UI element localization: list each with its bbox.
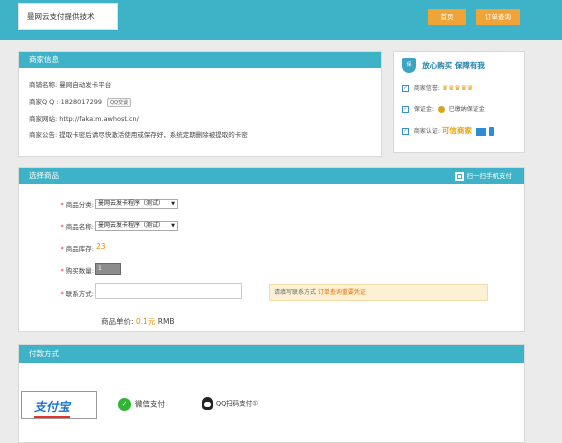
notice-text: 提取卡密后请尽快激活使用或保存好，系统定期删除被提取的卡密 — [59, 131, 248, 139]
website-link[interactable]: http://faka.m.awhost.cn/ — [59, 115, 139, 123]
price-value: 0.1元 — [135, 317, 156, 326]
required-marker: * — [60, 201, 64, 209]
payment-title: 付款方式 — [19, 345, 524, 363]
shop-name-label: 商铺名称: — [29, 81, 58, 89]
qty-label: * 购买数量: — [60, 267, 94, 275]
qq-penguin-icon — [202, 397, 213, 410]
qq-number: 1828017299 — [60, 98, 102, 106]
guarantee-title: 保 放心购买 保障有我 — [402, 58, 485, 76]
alipay-logo: 支付宝 — [34, 398, 71, 418]
guarantee-heading: 放心购买 保障有我 — [422, 61, 485, 70]
phone-icon[interactable] — [488, 127, 494, 136]
contact-input[interactable] — [95, 283, 242, 299]
product-panel: 选择商品 扫一扫手机支付 — [18, 167, 525, 332]
shop-name-value: 曼网自动发卡平台 — [59, 81, 112, 89]
scan-pay-label: 扫一扫手机支付 — [466, 172, 513, 180]
deposit-icon — [437, 106, 445, 113]
required-marker: * — [60, 223, 64, 231]
cert-row: ✓ 商家认证: 可信商家 — [402, 125, 494, 136]
merchant-info-title: 商家信息 — [19, 52, 381, 68]
check-icon: ✓ — [402, 85, 409, 92]
qq-label: 商家Q Q : — [29, 98, 59, 106]
deposit-label: 保证金: — [413, 106, 434, 113]
cert-label: 商家认证: — [413, 128, 440, 135]
order-query-button[interactable]: 订单查询 — [476, 9, 520, 25]
product-select[interactable]: 曼网云发卡程序（测试） ▼ — [95, 221, 178, 231]
check-icon: ✓ — [402, 128, 409, 135]
mail-icon[interactable] — [475, 127, 486, 136]
qq-pay-option[interactable]: QQ扫码支付① — [202, 397, 258, 410]
stock-label: * 商品库存: — [60, 245, 94, 253]
shield-icon: 保 — [402, 58, 416, 73]
alipay-option[interactable]: 支付宝 — [21, 391, 97, 419]
product-title: 选择商品 — [19, 168, 524, 184]
category-select[interactable]: 曼网云发卡程序（测试） ▼ — [95, 199, 178, 209]
qq-row: 商家Q Q : 1828017299 QQ交谈 — [29, 96, 131, 107]
notice-row: 商家公告: 提取卡密后请尽快激活使用或保存好，系统定期删除被提取的卡密 — [29, 129, 248, 139]
notice-label: 商家公告: — [29, 131, 58, 139]
name-label: * 商品名称: — [60, 223, 94, 231]
scan-pay-link[interactable]: 扫一扫手机支付 — [454, 168, 513, 184]
deposit-row: ✓ 保证金: 已缴纳保证金 — [402, 104, 485, 113]
merchant-info-panel: 商家信息 商铺名称: 曼网自动发卡平台 商家Q Q : 1828017299 Q… — [18, 51, 382, 157]
qq-chat-button[interactable]: QQ交谈 — [107, 97, 131, 107]
deposit-text: 已缴纳保证金 — [448, 106, 485, 113]
chevron-down-icon: ▼ — [171, 223, 175, 229]
home-button[interactable]: 首页 — [428, 9, 466, 25]
shop-name-row: 商铺名称: 曼网自动发卡平台 — [29, 79, 111, 89]
required-marker: * — [60, 290, 64, 298]
website-label: 商家网站: — [29, 115, 58, 123]
crown-icon: ♛♛♛♛♛ — [441, 84, 474, 92]
category-label: * 商品分类: — [60, 201, 94, 209]
stock-value: 23 — [96, 242, 106, 251]
website-row: 商家网站: http://faka.m.awhost.cn/ — [29, 113, 139, 123]
qr-code-icon — [454, 171, 464, 181]
check-icon: ✓ — [402, 106, 409, 113]
price-unit: RMB — [155, 317, 175, 326]
top-header: 曼网云支付提供技术 首页 订单查询 — [0, 0, 562, 40]
reputation-label: 商家信誉: — [413, 85, 440, 92]
price-label: 商品单价: — [101, 317, 136, 326]
cert-badge: 可信商家 — [441, 126, 472, 135]
logo[interactable]: 曼网云支付提供技术 — [18, 3, 118, 30]
guarantee-panel: 保 放心购买 保障有我 ✓ 商家信誉: ♛♛♛♛♛ ✓ 保证金: 已缴纳保证金 … — [393, 51, 525, 153]
wechat-icon: ✓ — [118, 398, 131, 411]
wechat-pay-label: 微信支付 — [135, 399, 165, 409]
quantity-input[interactable]: 1 — [95, 263, 121, 275]
chevron-down-icon: ▼ — [171, 201, 175, 207]
required-marker: * — [60, 267, 64, 275]
contact-hint: 请填写联系方式 订单查询重要凭证 — [269, 284, 488, 301]
wechat-pay-option[interactable]: ✓ 微信支付 — [118, 398, 165, 411]
contact-label: * 联系方式: — [60, 290, 94, 298]
price-row: 商品单价: 0.1元 RMB — [101, 316, 175, 327]
qq-pay-label: QQ扫码支付① — [216, 399, 259, 408]
required-marker: * — [60, 245, 64, 253]
reputation-row: ✓ 商家信誉: ♛♛♛♛♛ — [402, 83, 473, 92]
